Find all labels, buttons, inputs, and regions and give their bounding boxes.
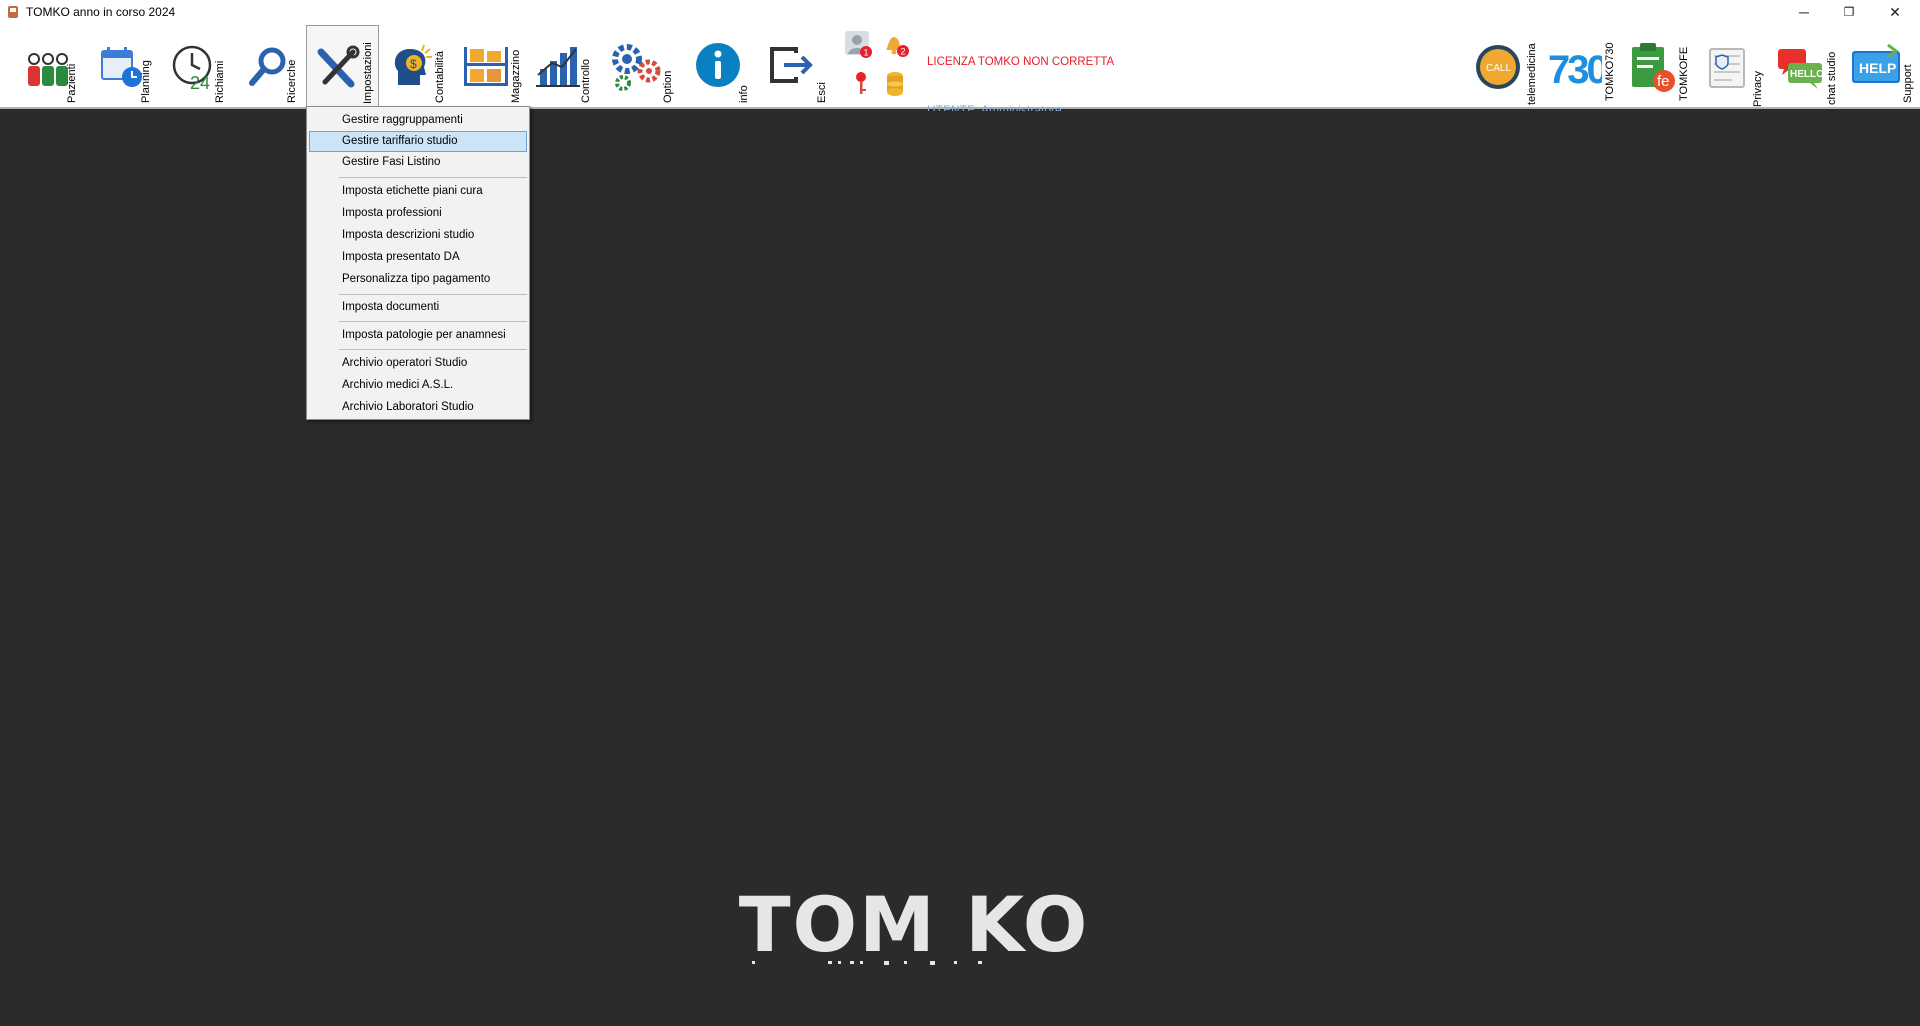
menu-item-imposta-documenti[interactable]: Imposta documenti <box>309 297 527 318</box>
exit-icon <box>770 47 813 83</box>
calendar-clock-icon <box>101 47 142 87</box>
toolbar-label: TOMKOFE <box>1678 46 1690 101</box>
menu-item-archivio-operatori[interactable]: Archivio operatori Studio <box>309 353 527 374</box>
toolbar-controllo-button[interactable]: Controllo <box>528 25 594 108</box>
toolbar-label: Magazzino <box>510 49 522 103</box>
toolbar-label: Planning <box>140 60 152 103</box>
app-icon <box>8 6 18 18</box>
menu-item-imposta-patologie[interactable]: Imposta patologie per anamnesi <box>309 325 527 346</box>
toolbar-label: telemedicina <box>1526 43 1538 105</box>
toolbar-label: Controllo <box>580 58 592 103</box>
restore-button[interactable]: ❐ <box>1826 0 1872 24</box>
menu-item-gestire-raggruppamenti[interactable]: Gestire raggruppamenti <box>309 110 527 131</box>
database-icon[interactable] <box>884 70 906 98</box>
toolbar-label: TOMKO730 <box>1604 42 1616 102</box>
window-title: TOMKO anno in corso 2024 <box>26 5 176 19</box>
toolbar-impostazioni-button[interactable]: Impostazioni <box>306 25 379 110</box>
toolbar-label: Support <box>1902 64 1914 103</box>
bell-notification-icon[interactable]: 2 <box>880 30 910 60</box>
toolbar-tomko730-button[interactable]: 730 TOMKO730 <box>1546 25 1620 108</box>
toolbar-info-button[interactable]: info <box>686 25 750 108</box>
toolbar-label: Privacy <box>1752 70 1764 107</box>
toolbar-label: Contabilità <box>434 51 446 103</box>
menu-separator <box>339 294 527 295</box>
toolbar-label: Pazienti <box>66 63 78 103</box>
help-icon: HELP <box>1852 43 1900 83</box>
bell-badge-count: 2 <box>901 47 906 57</box>
toolbar-label: Ricerche <box>286 59 298 103</box>
toolbar-privacy-button[interactable]: Privacy <box>1698 25 1766 108</box>
menu-separator <box>339 177 527 178</box>
menu-item-gestire-tariffario-studio[interactable]: Gestire tariffario studio <box>309 131 527 152</box>
toolbar-support-button[interactable]: HELP Support <box>1844 25 1918 108</box>
menu-item-imposta-etichette[interactable]: Imposta etichette piani cura <box>309 181 527 202</box>
menu-separator <box>339 349 527 350</box>
menu-separator <box>339 321 527 322</box>
fe-invoice-icon: fe <box>1632 43 1675 92</box>
menu-item-gestire-fasi-listino[interactable]: Gestire Fasi Listino <box>309 152 527 173</box>
toolbar-label: Esci <box>816 82 828 103</box>
privacy-document-icon <box>1709 48 1745 88</box>
bar-chart-icon <box>536 47 580 87</box>
toolbar-pazienti-button[interactable]: Pazienti <box>18 25 78 108</box>
toolbar-telemedicina-button[interactable]: CALL telemedicina <box>1470 25 1542 108</box>
tools-icon <box>317 45 360 88</box>
menu-item-imposta-professioni[interactable]: Imposta professioni <box>309 203 527 224</box>
svg-text:24: 24 <box>190 73 210 93</box>
toolbar-option-button[interactable]: Option <box>602 25 676 108</box>
warehouse-shelves-icon <box>464 47 508 86</box>
title-bar: TOMKO anno in corso 2024 ─ ❐ ✕ <box>0 0 1920 24</box>
minimize-button[interactable]: ─ <box>1781 0 1827 24</box>
toolbar-contabilita-button[interactable]: $ Contabilità <box>382 25 448 108</box>
menu-item-archivio-laboratori[interactable]: Archivio Laboratori Studio <box>309 397 527 418</box>
gears-icon <box>612 44 661 91</box>
toolbar-tomkofe-button[interactable]: fe TOMKOFE <box>1622 25 1696 108</box>
menu-item-imposta-descrizioni-studio[interactable]: Imposta descrizioni studio <box>309 225 527 246</box>
impostazioni-menu: Gestire raggruppamenti Gestire tariffari… <box>306 106 530 420</box>
info-icon <box>696 43 740 87</box>
user-badge-count: 1 <box>864 48 869 58</box>
call-icon-text: CALL <box>1486 63 1511 74</box>
chat-icon-text: HELLO <box>1790 69 1824 80</box>
help-icon-text: HELP <box>1859 60 1896 76</box>
toolbar-richiami-button[interactable]: 24 Richiami <box>164 25 226 108</box>
730-icon: 730 <box>1548 48 1602 92</box>
recall-24-icon: 24 <box>172 45 212 93</box>
chat-bubbles-icon: HELLO <box>1778 49 1824 89</box>
magnifier-icon <box>249 47 286 86</box>
toolbar-planning-button[interactable]: Planning <box>92 25 152 108</box>
close-button[interactable]: ✕ <box>1872 0 1918 24</box>
menu-item-personalizza-tipo-pagamento[interactable]: Personalizza tipo pagamento <box>309 269 527 290</box>
toolbar-label: Richiami <box>214 60 226 103</box>
license-warning: LICENZA TOMKO NON CORRETTA <box>927 56 1115 68</box>
toolbar-label: Impostazioni <box>362 42 374 104</box>
svg-text:$: $ <box>410 57 417 71</box>
main-toolbar: Pazienti Planning 24 Richiami Ricerche I… <box>0 24 1920 117</box>
toolbar-chat-studio-button[interactable]: HELLO chat studio <box>1770 25 1842 108</box>
toolbar-ricerche-button[interactable]: Ricerche <box>238 25 298 108</box>
menu-item-archivio-medici-asl[interactable]: Archivio medici A.S.L. <box>309 375 527 396</box>
user-notification-icon[interactable]: 1 <box>844 30 872 58</box>
toolbar-label: info <box>738 85 750 103</box>
menu-item-imposta-presentato-da[interactable]: Imposta presentato DA <box>309 247 527 268</box>
730-icon-text: 730 <box>1548 48 1602 92</box>
fe-icon-text: fe <box>1657 73 1670 90</box>
toolbar-magazzino-button[interactable]: Magazzino <box>454 25 524 108</box>
toolbar-esci-button[interactable]: Esci <box>760 25 828 108</box>
accounting-head-icon: $ <box>394 44 432 85</box>
patients-icon <box>28 53 68 86</box>
key-icon[interactable] <box>852 70 870 96</box>
call-icon: CALL <box>1476 45 1520 89</box>
logo-text: TOM KO <box>739 887 1090 967</box>
toolbar-label: chat studio <box>1826 51 1838 105</box>
tomko-logo: TOM KO <box>739 887 1090 967</box>
toolbar-label: Option <box>662 70 674 103</box>
